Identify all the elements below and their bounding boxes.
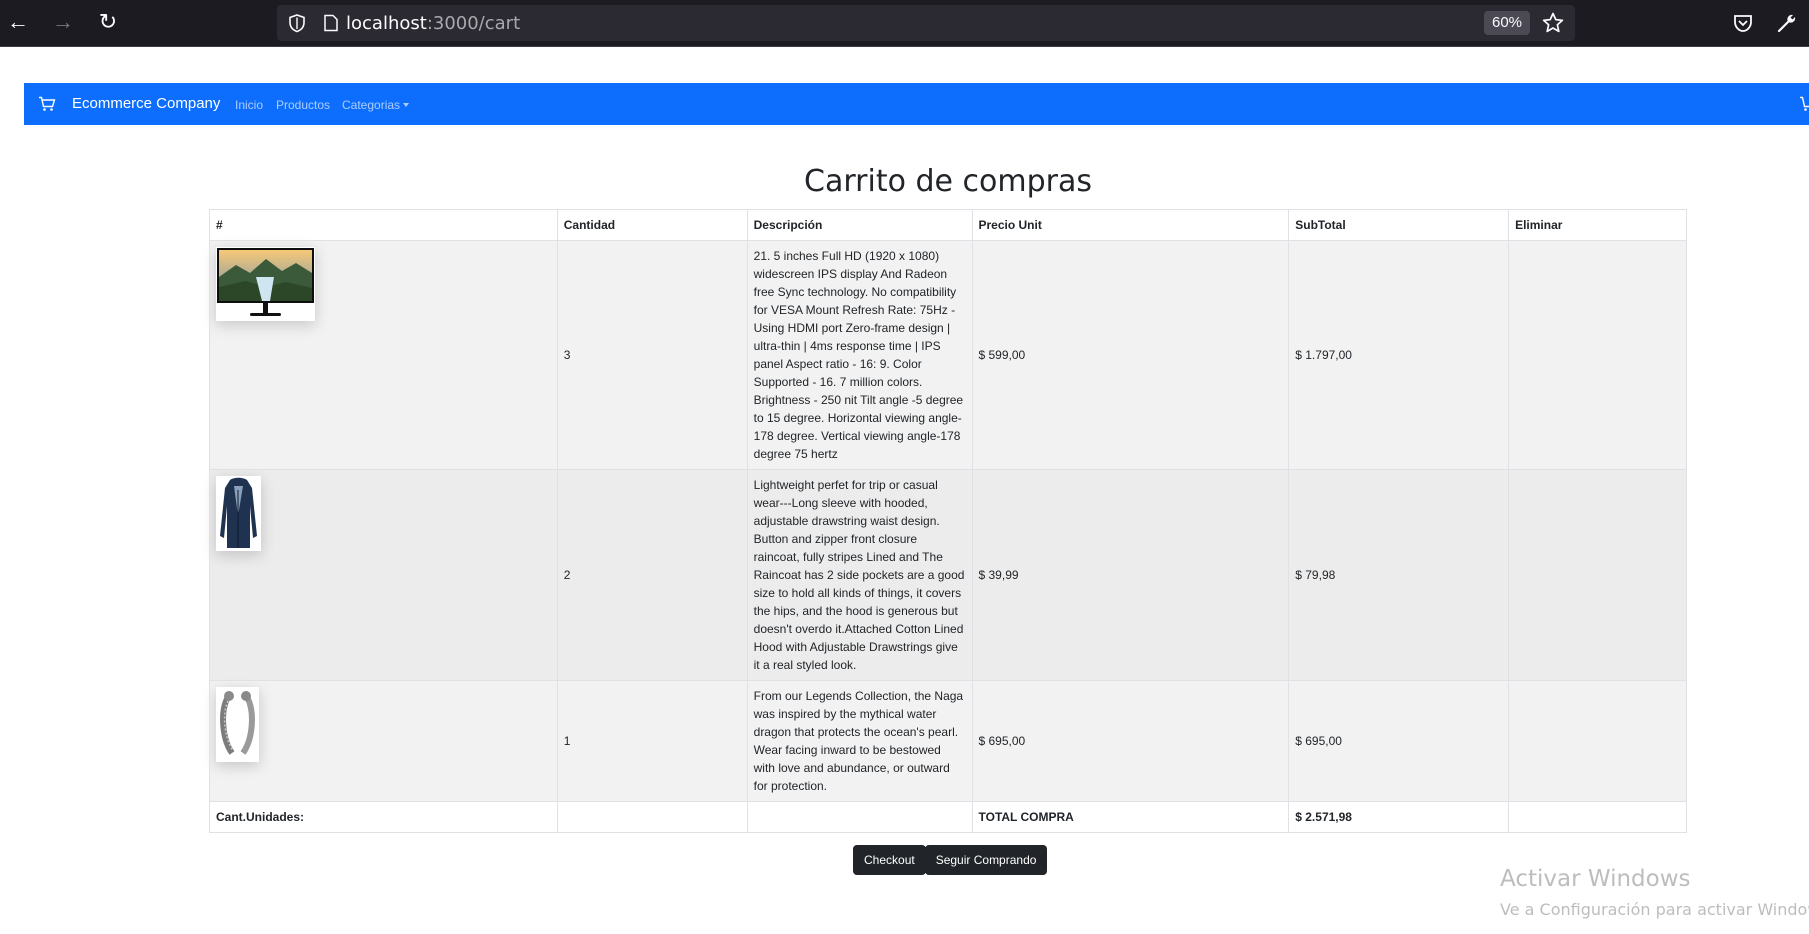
nav-link-inicio[interactable]: Inicio [235,98,263,112]
cart-actions: Checkout Seguir Comprando [853,845,1048,875]
cart-table: # Cantidad Descripción Precio Unit SubTo… [209,209,1687,833]
footer-empty-cell [1508,801,1687,833]
windows-activation-watermark: Activar Windows Ve a Configuración para … [1500,866,1809,919]
back-arrow-icon[interactable]: ← [3,9,33,35]
raincoat-image [216,476,261,551]
header-unit-price: Precio Unit [971,209,1290,241]
nav-link-productos[interactable]: Productos [276,98,330,112]
monitor-image [216,247,315,321]
reload-icon[interactable]: ↻ [93,9,123,35]
product-image-cell [209,469,558,681]
delete-cell[interactable] [1508,469,1687,681]
checkout-button[interactable]: Checkout [853,845,926,875]
subtotal-cell: $ 79,98 [1288,469,1510,681]
unit-price-cell: $ 599,00 [971,240,1290,470]
footer-empty-cell [746,801,973,833]
cart-icon-right[interactable] [1799,96,1809,112]
header-description: Descripción [746,209,973,241]
product-image-cell [209,240,558,470]
description-cell: From our Legends Collection, the Naga wa… [746,680,973,802]
total-label: TOTAL COMPRA [971,801,1290,833]
table-row: 3 21. 5 inches Full HD (1920 x 1080) wid… [209,240,1687,470]
delete-cell[interactable] [1508,240,1687,470]
header-delete: Eliminar [1508,209,1687,241]
nav-dropdown-label: Categorias [342,98,401,112]
browser-toolbar: ← → ↻ localhost:3000/cart 60% [0,0,1809,47]
table-row: 2 Lightweight perfet for trip or casual … [209,469,1687,681]
subtotal-cell: $ 1.797,00 [1288,240,1510,470]
table-row: 1 From our Legends Collection, the Naga … [209,680,1687,802]
url-text[interactable]: localhost:3000/cart [322,13,520,34]
extensions-wrench-icon[interactable] [1775,11,1799,35]
delete-cell[interactable] [1508,680,1687,802]
description-cell: 21. 5 inches Full HD (1920 x 1080) wides… [746,240,973,470]
cart-icon[interactable] [38,96,56,112]
watermark-subtitle: Ve a Configuración para activar Windows. [1500,900,1809,919]
site-navbar: Ecommerce Company Inicio Productos Categ… [24,83,1809,125]
watermark-title: Activar Windows [1500,866,1691,892]
caret-down-icon [403,103,410,107]
header-subtotal: SubTotal [1288,209,1510,241]
unit-price-cell: $ 695,00 [971,680,1290,802]
zoom-level-badge[interactable]: 60% [1484,11,1531,35]
description-cell: Lightweight perfet for trip or casual we… [746,469,973,681]
quantity-cell: 3 [556,240,748,470]
brand-name[interactable]: Ecommerce Company [72,95,220,112]
units-label: Cant.Unidades: [209,801,558,833]
product-image-cell [209,680,558,802]
header-quantity: Cantidad [556,209,748,241]
quantity-cell: 2 [556,469,748,681]
header-index: # [209,209,558,241]
unit-price-cell: $ 39,99 [971,469,1290,681]
table-footer-row: Cant.Unidades: TOTAL COMPRA $ 2.571,98 [209,801,1687,833]
table-header-row: # Cantidad Descripción Precio Unit SubTo… [209,209,1687,241]
footer-empty-cell [556,801,748,833]
continue-shopping-button[interactable]: Seguir Comprando [924,845,1048,875]
pocket-icon[interactable] [1731,11,1755,35]
shield-icon[interactable] [287,13,307,33]
url-path: :3000/cart [426,13,521,34]
bracelet-image [216,687,259,762]
url-host: localhost [346,13,427,34]
address-bar[interactable]: localhost:3000/cart 60% [277,5,1575,41]
total-value: $ 2.571,98 [1288,801,1510,833]
bookmark-star-icon[interactable] [1541,11,1565,35]
nav-dropdown-categorias[interactable]: Categorias [342,98,410,112]
page-title: Carrito de compras [804,164,1092,199]
forward-arrow-icon: → [52,9,74,34]
quantity-cell: 1 [556,680,748,802]
subtotal-cell: $ 695,00 [1288,680,1510,802]
